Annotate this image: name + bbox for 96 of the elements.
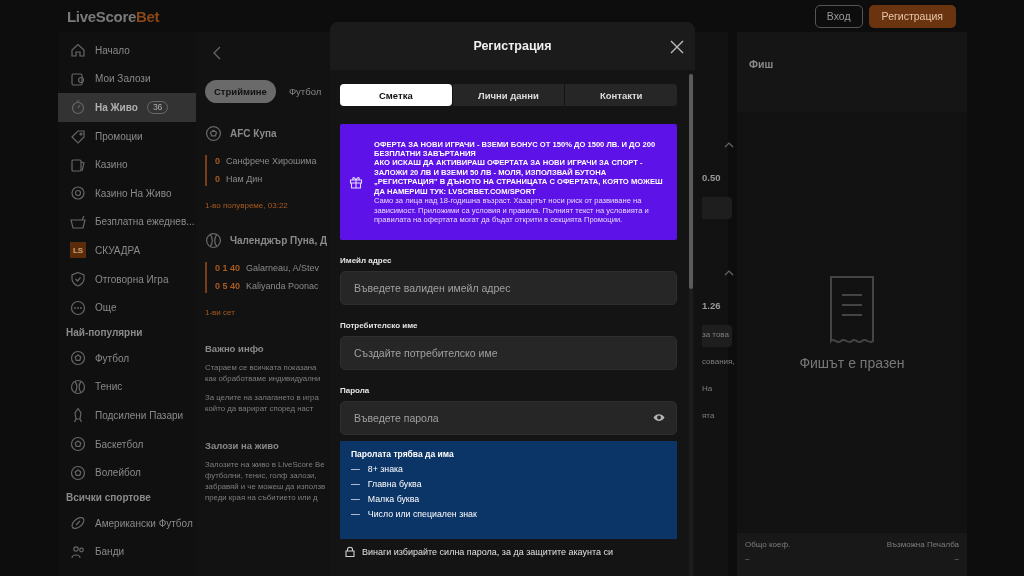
tag-icon — [70, 128, 86, 145]
total-value: – — [745, 554, 751, 563]
eye-icon[interactable] — [653, 413, 665, 422]
chevron-up-icon[interactable] — [724, 142, 734, 148]
tab[interactable]: Контакти — [564, 84, 677, 106]
section-heading: Най-популярни — [65, 325, 144, 340]
dash-marker: — — [351, 464, 360, 474]
ball-icon — [205, 124, 222, 142]
lock-icon — [345, 546, 355, 557]
requirement-text: Число или специален знак — [367, 509, 477, 519]
scroll-thumb[interactable] — [689, 74, 693, 289]
score: 0 5 40 — [215, 280, 241, 293]
score: 0 — [215, 173, 220, 186]
match-status: 1-во полувреме, 03:22 — [205, 201, 289, 210]
betslip-title: Фиш — [749, 58, 774, 70]
field-label: Потребителско име — [340, 321, 419, 330]
nav-item[interactable]: Отговорна Игра — [58, 264, 196, 294]
text-fragment: сования, — [702, 357, 735, 366]
team-name: Kaliyanda Poonac — [246, 280, 319, 293]
requirements-title: Паролата трябва да има — [351, 449, 455, 459]
nav-item[interactable]: Баскетбол — [58, 429, 196, 459]
nav-item[interactable]: Безплатна ежеднев... — [58, 207, 196, 237]
score: 0 1 40 — [215, 262, 241, 275]
tab[interactable]: Сметка — [340, 84, 452, 106]
nav-item[interactable]: Американски Футбол — [58, 508, 196, 538]
team-name: Санфрече Хирошима — [226, 155, 317, 168]
filter-chip[interactable]: Стриймине — [205, 80, 276, 103]
section-heading: Залози на живо — [205, 440, 280, 451]
brand-badge: LS — [70, 242, 86, 259]
hint-text: Винаги избирайте силна парола, за да защитите акаунта си — [362, 546, 614, 557]
chip-icon — [70, 185, 86, 202]
score: 0 — [215, 155, 220, 168]
ball-icon — [70, 436, 86, 452]
total-label: Общо коеф. — [745, 540, 791, 549]
field-label: Парола — [340, 386, 371, 395]
nav-item[interactable]: Тенис — [58, 372, 196, 402]
nav-item[interactable]: Казино На Живо — [58, 178, 196, 208]
players-icon — [70, 543, 86, 560]
ball-icon — [70, 350, 86, 367]
dash-marker: — — [351, 509, 360, 519]
tennis-ball-icon — [205, 231, 222, 249]
login-button[interactable]: Вход — [814, 4, 863, 28]
nav-item[interactable]: Волейбол — [58, 458, 196, 487]
ball-icon — [70, 464, 86, 481]
nav-item[interactable]: Още — [58, 293, 196, 322]
close-icon[interactable] — [670, 40, 684, 54]
cards-icon — [70, 156, 86, 173]
section-heading: Важно инфо — [205, 343, 265, 354]
nav-item[interactable]: Подсилени Пазари — [58, 401, 196, 430]
requirement-text: Малка буква — [367, 494, 420, 504]
dash-marker: — — [351, 494, 360, 504]
dots-icon — [70, 299, 86, 316]
total-value: – — [954, 554, 959, 563]
shield-icon — [70, 271, 86, 288]
text-fragment: ята — [702, 411, 716, 420]
field-label: Имейл адрес — [340, 256, 393, 265]
scrollbar[interactable] — [689, 74, 693, 576]
nav-item[interactable]: LS СКУАДРА — [58, 236, 196, 265]
chevron-up-icon[interactable] — [724, 270, 734, 276]
total-label: Възможна Печалба — [886, 540, 959, 549]
nav-item[interactable]: На Живо 36 — [58, 93, 196, 122]
nav-item[interactable]: Мои Залози — [58, 64, 196, 94]
nav-item[interactable]: Казино — [58, 150, 196, 179]
team-name: Нам Дин — [226, 173, 263, 186]
tab[interactable]: Лични данни — [451, 84, 565, 106]
input-field[interactable]: Въведете парола — [340, 401, 677, 435]
section-heading: Всички спортове — [65, 490, 152, 505]
nav-item[interactable]: Банди — [58, 537, 196, 567]
competition-title[interactable]: Чаленджър Пуна, Д — [230, 234, 328, 246]
requirement-text: 8+ знака — [367, 464, 403, 474]
logo[interactable]: LiveScoreBet — [67, 7, 160, 25]
dash-marker: — — [351, 479, 360, 489]
nav-item[interactable]: Начало — [58, 36, 196, 65]
ticket-icon — [70, 70, 86, 87]
text-fragment: На — [702, 384, 714, 393]
house-icon — [70, 42, 86, 59]
input-field[interactable]: Създайте потребителско име — [340, 336, 677, 370]
team-name: Galarneau, A/Stev — [246, 262, 320, 275]
match-status: 1-ви сет — [205, 308, 236, 317]
filter-chip[interactable]: Футбол — [288, 80, 322, 103]
tennis-ball-icon — [70, 378, 86, 395]
odds-value[interactable]: 0.50 — [702, 172, 721, 183]
requirement-text: Главна буква — [367, 479, 422, 489]
stopwatch-icon — [70, 99, 86, 116]
modal-title: Регистрация — [473, 39, 552, 53]
input-field[interactable]: Въведете валиден имейл адрес — [340, 271, 677, 305]
empty-message: Фишът е празен — [799, 354, 905, 371]
nav-item[interactable]: Футбол — [58, 343, 196, 373]
nav-item[interactable]: Промоции — [58, 121, 196, 151]
competition-title[interactable]: AFC Купа — [230, 127, 277, 139]
register-button[interactable]: Регистрация — [868, 4, 956, 28]
odds-value[interactable]: 1.26 — [702, 300, 721, 311]
text-fragment: за това — [702, 330, 730, 339]
oval-ball-icon — [70, 515, 86, 532]
gift-icon — [349, 175, 363, 189]
basket-icon — [70, 213, 86, 230]
